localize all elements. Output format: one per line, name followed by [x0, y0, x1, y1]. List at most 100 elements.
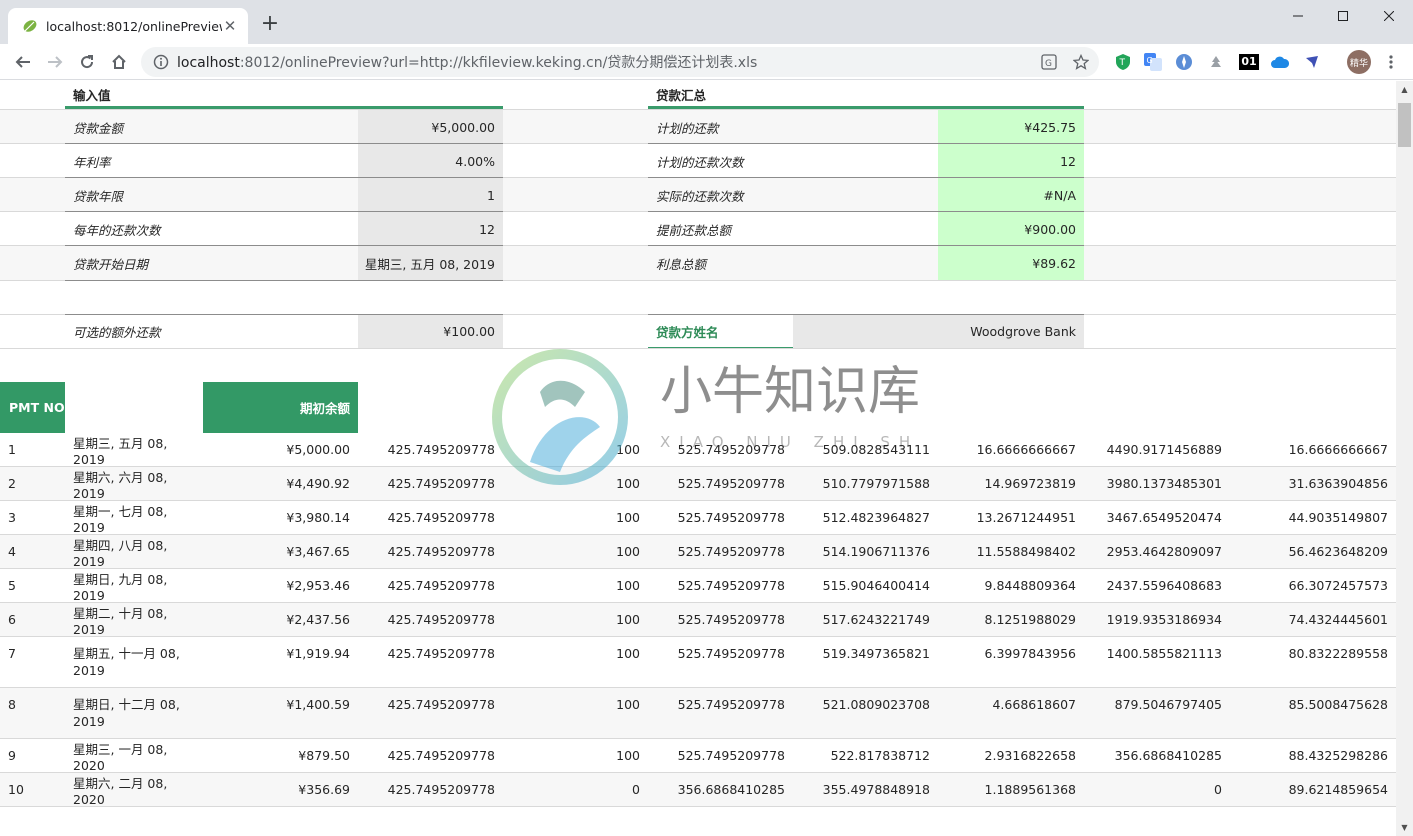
cell-ending-balance[interactable]: 1400.5855821113: [1084, 637, 1230, 687]
cell-beginning-balance[interactable]: ¥1,400.59: [203, 688, 358, 738]
cell-total-payment[interactable]: 356.6868410285: [648, 773, 793, 806]
cell-pmt-no[interactable]: 8: [0, 688, 65, 738]
cell-scheduled-payment[interactable]: 425.7495209778: [358, 467, 503, 500]
cell-beginning-balance[interactable]: ¥2,437.56: [203, 603, 358, 636]
cell-scheduled-payment[interactable]: 425.7495209778: [358, 637, 503, 687]
cell-ending-balance[interactable]: 2437.5596408683: [1084, 569, 1230, 602]
address-bar[interactable]: localhost:8012/onlinePreview?url=http://…: [141, 47, 1099, 77]
shield-extension-button[interactable]: T: [1113, 52, 1133, 72]
vertical-scrollbar[interactable]: ▲ ▼: [1396, 81, 1413, 836]
cell-pmt-no[interactable]: 2: [0, 467, 65, 500]
cell-interest[interactable]: 16.6666666667: [938, 433, 1084, 466]
cell-extra-payment[interactable]: 100: [503, 501, 648, 534]
cell-pmt-no[interactable]: 1: [0, 433, 65, 466]
cell-beginning-balance[interactable]: ¥5,000.00: [203, 433, 358, 466]
cell-principal[interactable]: 521.0809023708: [793, 688, 938, 738]
cell-beginning-balance[interactable]: ¥356.69: [203, 773, 358, 806]
payments-per-year-value[interactable]: 12: [358, 212, 503, 246]
cell-beginning-balance[interactable]: ¥4,490.92: [203, 467, 358, 500]
cell-payment-date[interactable]: 星期日, 十二月 08, 2019: [65, 688, 203, 738]
cell-extra-payment[interactable]: 100: [503, 569, 648, 602]
cell-principal[interactable]: 509.0828543111: [793, 433, 938, 466]
cell-interest[interactable]: 9.8448809364: [938, 569, 1084, 602]
reload-button[interactable]: [73, 48, 101, 76]
cell-principal[interactable]: 512.4823964827: [793, 501, 938, 534]
cell-payment-date[interactable]: 星期三, 一月 08, 2020: [65, 739, 203, 773]
cell-cumulative-interest[interactable]: 85.5008475628: [1230, 688, 1396, 738]
cell-interest[interactable]: 4.668618607: [938, 688, 1084, 738]
cell-cumulative-interest[interactable]: 80.8322289558: [1230, 637, 1396, 687]
cell-interest[interactable]: 8.1251988029: [938, 603, 1084, 636]
01-extension-button[interactable]: 01: [1238, 52, 1260, 72]
cell-beginning-balance[interactable]: ¥1,919.94: [203, 637, 358, 687]
minimize-button[interactable]: [1275, 0, 1321, 32]
cell-beginning-balance[interactable]: ¥879.50: [203, 739, 358, 772]
cell-payment-date[interactable]: 星期二, 十月 08, 2019: [65, 603, 203, 637]
cell-total-payment[interactable]: 525.7495209778: [648, 467, 793, 500]
cell-beginning-balance[interactable]: ¥2,953.46: [203, 569, 358, 602]
cell-interest[interactable]: 2.9316822658: [938, 739, 1084, 772]
cell-total-payment[interactable]: 525.7495209778: [648, 501, 793, 534]
cell-extra-payment[interactable]: 100: [503, 433, 648, 466]
scroll-up-arrow-icon[interactable]: ▲: [1396, 81, 1413, 98]
scroll-thumb[interactable]: [1398, 103, 1411, 147]
cell-payment-date[interactable]: 星期四, 八月 08, 2019: [65, 535, 203, 569]
cell-ending-balance[interactable]: 3467.6549520474: [1084, 501, 1230, 534]
lender-name-value[interactable]: Woodgrove Bank: [793, 315, 1084, 348]
cell-total-payment[interactable]: 525.7495209778: [648, 603, 793, 636]
cell-ending-balance[interactable]: 2953.4642809097: [1084, 535, 1230, 568]
share-extension-button[interactable]: [1302, 52, 1322, 72]
cell-scheduled-payment[interactable]: 425.7495209778: [358, 688, 503, 738]
home-button[interactable]: [105, 48, 133, 76]
cell-pmt-no[interactable]: 6: [0, 603, 65, 636]
cell-scheduled-payment[interactable]: 425.7495209778: [358, 603, 503, 636]
cell-ending-balance[interactable]: 4490.9171456889: [1084, 433, 1230, 466]
cell-cumulative-interest[interactable]: 16.6666666667: [1230, 433, 1396, 466]
cell-total-payment[interactable]: 525.7495209778: [648, 739, 793, 772]
cell-total-payment[interactable]: 525.7495209778: [648, 535, 793, 568]
cell-payment-date[interactable]: 星期三, 五月 08, 2019: [65, 433, 203, 467]
translate-extension-button[interactable]: G: [1143, 52, 1163, 72]
cell-payment-date[interactable]: 星期一, 七月 08, 2019: [65, 501, 203, 535]
cell-pmt-no[interactable]: 4: [0, 535, 65, 568]
info-icon[interactable]: [153, 54, 169, 70]
cell-pmt-no[interactable]: 7: [0, 637, 65, 687]
cell-cumulative-interest[interactable]: 44.9035149807: [1230, 501, 1396, 534]
cell-principal[interactable]: 519.3497365821: [793, 637, 938, 687]
back-button[interactable]: [9, 48, 37, 76]
menu-button[interactable]: [1381, 52, 1401, 72]
translate-button[interactable]: G: [1035, 47, 1063, 77]
cell-scheduled-payment[interactable]: 425.7495209778: [358, 501, 503, 534]
tab-close-icon[interactable]: ✕: [222, 18, 238, 34]
cell-pmt-no[interactable]: 5: [0, 569, 65, 602]
cell-extra-payment[interactable]: 100: [503, 739, 648, 772]
cell-ending-balance[interactable]: 356.6868410285: [1084, 739, 1230, 772]
cell-scheduled-payment[interactable]: 425.7495209778: [358, 739, 503, 772]
new-tab-button[interactable]: +: [258, 12, 282, 36]
compass-extension-button[interactable]: [1174, 52, 1194, 72]
scroll-down-arrow-icon[interactable]: ▼: [1396, 819, 1413, 836]
cell-ending-balance[interactable]: 0: [1084, 773, 1230, 806]
bookmark-star-button[interactable]: [1067, 47, 1095, 77]
cell-cumulative-interest[interactable]: 74.4324445601: [1230, 603, 1396, 636]
cell-extra-payment[interactable]: 100: [503, 637, 648, 687]
cell-extra-payment[interactable]: 0: [503, 773, 648, 806]
profile-avatar[interactable]: 精华: [1347, 50, 1371, 74]
cell-total-payment[interactable]: 525.7495209778: [648, 569, 793, 602]
cell-extra-payment[interactable]: 100: [503, 603, 648, 636]
cell-extra-payment[interactable]: 100: [503, 535, 648, 568]
cell-total-payment[interactable]: 525.7495209778: [648, 433, 793, 466]
extra-payment-value[interactable]: ¥100.00: [358, 315, 503, 348]
cloud-extension-button[interactable]: [1270, 52, 1290, 72]
cell-scheduled-payment[interactable]: 425.7495209778: [358, 569, 503, 602]
cell-scheduled-payment[interactable]: 425.7495209778: [358, 773, 503, 806]
cell-extra-payment[interactable]: 100: [503, 688, 648, 738]
loan-years-value[interactable]: 1: [358, 178, 503, 212]
cell-ending-balance[interactable]: 3980.1373485301: [1084, 467, 1230, 500]
loan-amount-value[interactable]: ¥5,000.00: [358, 110, 503, 144]
cell-cumulative-interest[interactable]: 88.4325298286: [1230, 739, 1396, 772]
close-window-button[interactable]: [1366, 0, 1412, 32]
cell-payment-date[interactable]: 星期六, 六月 08, 2019: [65, 467, 203, 501]
cell-extra-payment[interactable]: 100: [503, 467, 648, 500]
cell-beginning-balance[interactable]: ¥3,980.14: [203, 501, 358, 534]
